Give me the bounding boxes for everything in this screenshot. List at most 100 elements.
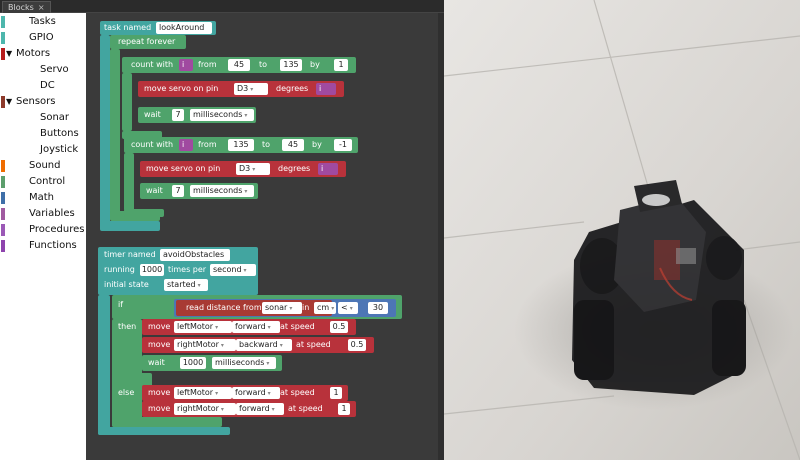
loop-var-field[interactable]: i xyxy=(179,139,193,151)
timer-block-spine xyxy=(98,295,110,435)
loop-end-input[interactable]: 45 xyxy=(282,139,304,151)
initial-state-label: initial state xyxy=(104,280,149,289)
tab-bar: Blocks × xyxy=(0,0,444,13)
wait-unit-field[interactable]: milliseconds ▾ xyxy=(212,357,276,369)
category-swatch xyxy=(1,48,5,60)
loop-start-input[interactable]: 45 xyxy=(228,59,250,71)
sensor-field[interactable]: sonar ▾ xyxy=(262,302,302,314)
dropdown-icon: ▾ xyxy=(250,86,254,93)
servo-block-2[interactable]: move servo on pin D3 ▾ degrees i xyxy=(140,161,346,177)
count-loop-1[interactable]: count with i from 45 to 135 by 1 xyxy=(122,57,356,73)
loop-step-input[interactable]: 1 xyxy=(334,59,348,71)
direction-field[interactable]: forward ▾ xyxy=(236,403,284,415)
if-block[interactable]: if read distance from sonar ▾ in cm ▾ < ▾ 3… xyxy=(112,295,402,319)
move-left-forward-half[interactable]: move leftMotor ▾ forward ▾ at speed 0.5 xyxy=(142,319,356,335)
motor-field[interactable]: rightMotor ▾ xyxy=(174,339,236,351)
unit-field[interactable]: cm ▾ xyxy=(314,302,336,314)
toolbox-label: Tasks xyxy=(29,16,56,27)
motor-field[interactable]: leftMotor ▾ xyxy=(174,387,232,399)
read-distance-block[interactable]: read distance from sonar ▾ in cm ▾ xyxy=(176,300,336,316)
loop-start-input[interactable]: 135 xyxy=(228,139,254,151)
dropdown-icon: ▾ xyxy=(244,112,248,119)
move-label: move xyxy=(148,340,171,349)
toolbox-label: GPIO xyxy=(29,32,54,43)
timer-period-field[interactable]: second ▾ xyxy=(210,264,256,276)
motor-value: rightMotor xyxy=(177,340,219,349)
loop-step-input[interactable]: -1 xyxy=(334,139,352,151)
unit-value: cm xyxy=(317,303,330,312)
task-name-field[interactable]: lookAround xyxy=(156,22,212,34)
move-right-backward-half[interactable]: move rightMotor ▾ backward ▾ at speed 0.5 xyxy=(142,337,374,353)
servo-pin-field[interactable]: D3 ▾ xyxy=(234,83,268,95)
wait-unit-field[interactable]: milliseconds ▾ xyxy=(190,109,254,121)
in-label: in xyxy=(302,303,310,312)
repeat-forever-block[interactable]: repeat forever xyxy=(110,35,186,49)
loop-2-spine xyxy=(124,153,134,211)
direction-field[interactable]: forward ▾ xyxy=(232,321,280,333)
dropdown-icon: ▾ xyxy=(252,166,256,173)
direction-field[interactable]: forward ▾ xyxy=(232,387,280,399)
tab-blocks-label: Blocks xyxy=(8,3,34,12)
speed-input[interactable]: 1 xyxy=(330,387,342,399)
toolbox-label: Joystick xyxy=(40,144,79,155)
close-icon[interactable]: × xyxy=(38,3,45,12)
move-left-forward-one[interactable]: move leftMotor ▾ forward ▾ at speed 1 xyxy=(142,385,348,401)
speed-input[interactable]: 1 xyxy=(338,403,350,415)
timer-name-field[interactable]: avoidObstacles xyxy=(160,249,230,261)
category-swatch xyxy=(1,96,5,108)
dropdown-icon: ▾ xyxy=(244,188,248,195)
degrees-label: degrees xyxy=(278,164,311,173)
toolbox-label: Procedures xyxy=(29,224,85,235)
servo-degrees-var[interactable]: i xyxy=(316,83,336,95)
wait-value-input[interactable]: 7 xyxy=(172,109,184,121)
task-block-header[interactable]: task named lookAround xyxy=(100,21,216,35)
category-swatch xyxy=(1,160,5,172)
task-block-footer xyxy=(100,221,160,231)
unit-value: milliseconds xyxy=(193,110,243,119)
toolbox-label: Motors xyxy=(16,48,51,59)
category-swatch xyxy=(1,16,5,28)
dropdown-icon: ▾ xyxy=(267,390,271,397)
then-label: then xyxy=(118,322,137,331)
wait-value-input[interactable]: 1000 xyxy=(180,357,206,369)
servo-block-1[interactable]: move servo on pin D3 ▾ degrees i xyxy=(138,81,344,97)
expand-arrow-icon[interactable]: ▼ xyxy=(6,47,12,61)
running-label: running xyxy=(104,265,135,274)
timer-rate-input[interactable]: 1000 xyxy=(140,264,164,276)
repeat-spine xyxy=(110,49,120,215)
motor-field[interactable]: leftMotor ▾ xyxy=(174,321,232,333)
loop-var-field[interactable]: i xyxy=(179,59,193,71)
speed-input[interactable]: 0.5 xyxy=(330,321,348,333)
servo-pin-field[interactable]: D3 ▾ xyxy=(236,163,270,175)
timer-wait-block[interactable]: wait 1000 milliseconds ▾ xyxy=(142,355,282,371)
move-right-forward-one[interactable]: move rightMotor ▾ forward ▾ at speed 1 xyxy=(142,401,356,417)
threshold-input[interactable]: 30 xyxy=(368,302,388,314)
degrees-label: degrees xyxy=(276,84,309,93)
dropdown-icon: ▾ xyxy=(220,342,224,349)
period-value: second xyxy=(213,265,242,274)
if-block-footer xyxy=(112,417,222,427)
tab-blocks[interactable]: Blocks × xyxy=(2,1,51,13)
at-speed-label: at speed xyxy=(280,322,315,331)
expand-arrow-icon[interactable]: ▼ xyxy=(6,95,12,109)
move-label: move xyxy=(148,388,171,397)
direction-field[interactable]: backward ▾ xyxy=(236,339,292,351)
toolbox-label: Math xyxy=(29,192,55,203)
speed-input[interactable]: 0.5 xyxy=(348,339,366,351)
wait-block-1[interactable]: wait 7 milliseconds ▾ xyxy=(138,107,256,123)
pin-value: D3 xyxy=(239,164,251,173)
direction-value: backward xyxy=(239,340,278,349)
wait-unit-field[interactable]: milliseconds ▾ xyxy=(190,185,254,197)
loop-end-input[interactable]: 135 xyxy=(280,59,302,71)
motor-value: rightMotor xyxy=(177,404,219,413)
wait-block-2[interactable]: wait 7 milliseconds ▾ xyxy=(140,183,258,199)
count-loop-2[interactable]: count with i from 135 to 45 by -1 xyxy=(124,137,358,153)
operator-field[interactable]: < ▾ xyxy=(338,302,358,314)
timer-state-field[interactable]: started ▾ xyxy=(164,279,208,291)
blocks-workspace[interactable]: task named lookAround repeat forever cou… xyxy=(86,13,444,460)
timer-block-header[interactable]: timer named avoidObstacles running 1000 … xyxy=(98,247,258,295)
compare-block[interactable]: read distance from sonar ▾ in cm ▾ < ▾ 30 xyxy=(174,299,396,317)
servo-degrees-var[interactable]: i xyxy=(318,163,338,175)
motor-field[interactable]: rightMotor ▾ xyxy=(174,403,236,415)
wait-value-input[interactable]: 7 xyxy=(172,185,184,197)
